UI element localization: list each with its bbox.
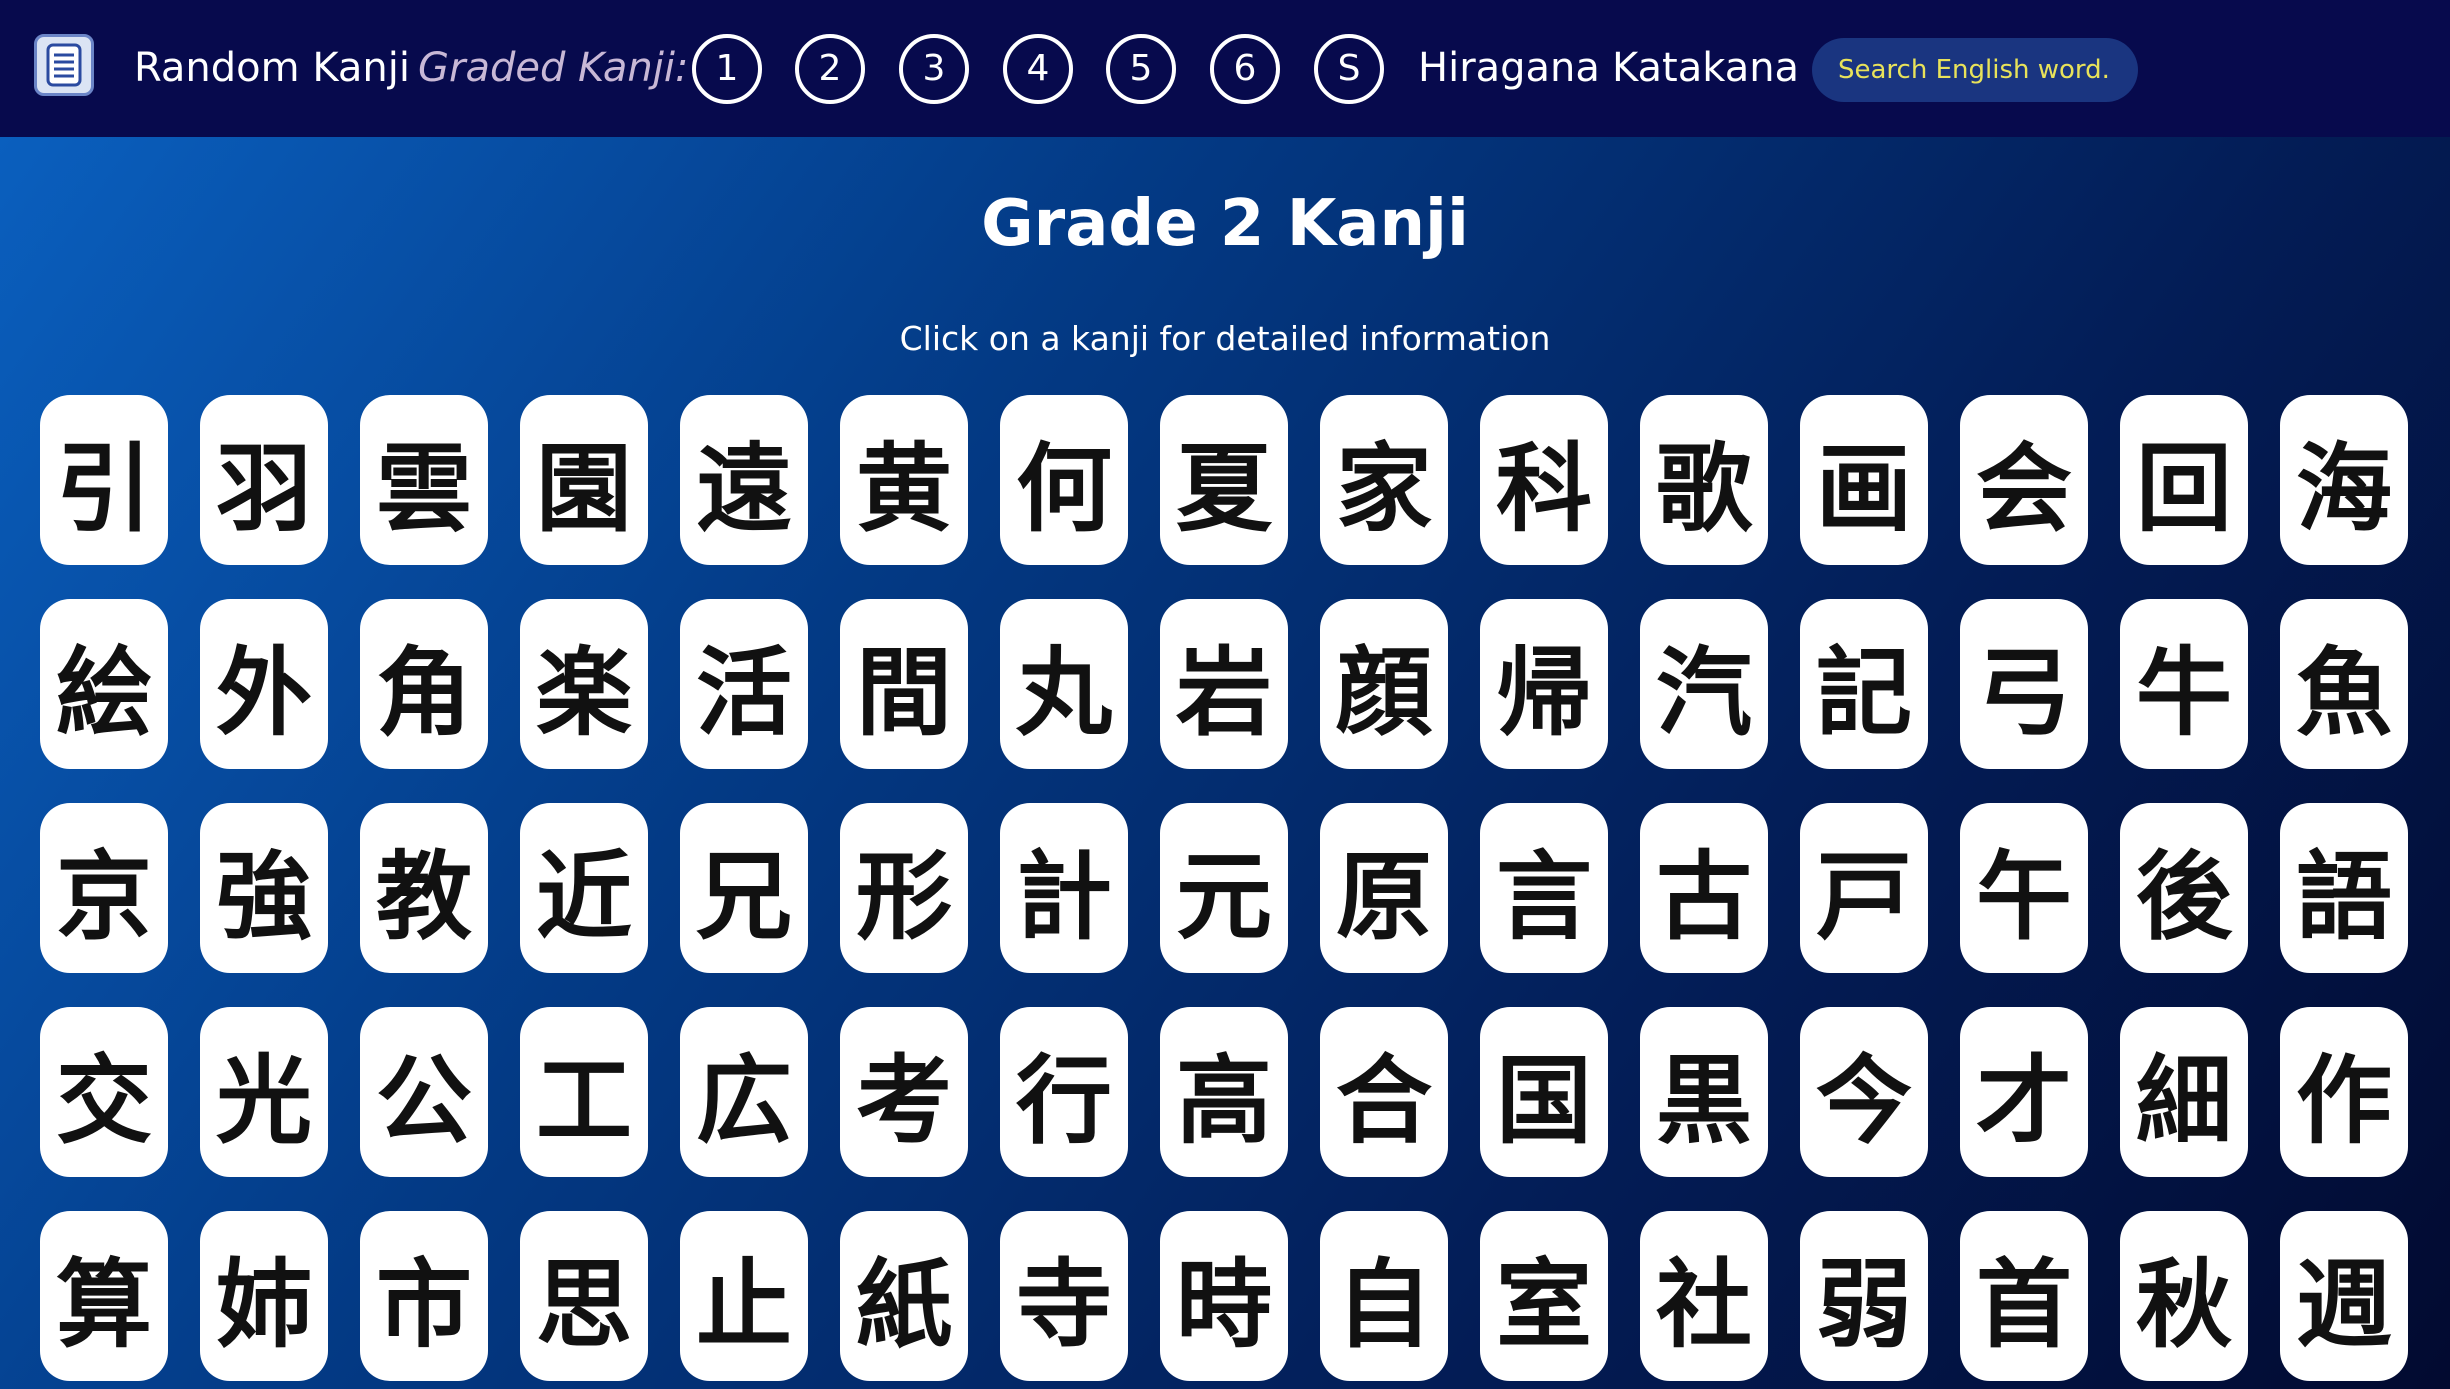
- grade-5-button[interactable]: 5: [1106, 34, 1176, 104]
- kanji-card[interactable]: 帰: [1480, 599, 1608, 769]
- search-input[interactable]: [1812, 38, 2138, 102]
- kanji-card[interactable]: 兄: [680, 803, 808, 973]
- kanji-card[interactable]: 雲: [360, 395, 488, 565]
- kanji-card[interactable]: 角: [360, 599, 488, 769]
- kanji-card[interactable]: 何: [1000, 395, 1128, 565]
- kanji-card[interactable]: 寺: [1000, 1211, 1128, 1381]
- page-subtitle: Click on a kanji for detailed informatio…: [899, 319, 1551, 358]
- kanji-card[interactable]: 楽: [520, 599, 648, 769]
- hiragana-link[interactable]: Hiragana: [1418, 0, 1600, 137]
- kanji-card[interactable]: 弱: [1800, 1211, 1928, 1381]
- kanji-card[interactable]: 公: [360, 1007, 488, 1177]
- kanji-card[interactable]: 回: [2120, 395, 2248, 565]
- kanji-card[interactable]: 画: [1800, 395, 1928, 565]
- kanji-card[interactable]: 間: [840, 599, 968, 769]
- katakana-link[interactable]: Katakana: [1612, 0, 1799, 137]
- grade-1-button[interactable]: 1: [692, 34, 762, 104]
- kanji-card[interactable]: 科: [1480, 395, 1608, 565]
- kanji-card[interactable]: 海: [2280, 395, 2408, 565]
- grade-2-button[interactable]: 2: [795, 34, 865, 104]
- kanji-card[interactable]: 原: [1320, 803, 1448, 973]
- kanji-card[interactable]: 止: [680, 1211, 808, 1381]
- kanji-card[interactable]: 紙: [840, 1211, 968, 1381]
- kanji-card[interactable]: 遠: [680, 395, 808, 565]
- kanji-card[interactable]: 国: [1480, 1007, 1608, 1177]
- kanji-card[interactable]: 今: [1800, 1007, 1928, 1177]
- kanji-card[interactable]: 夏: [1160, 395, 1288, 565]
- kanji-card[interactable]: 園: [520, 395, 648, 565]
- kanji-card[interactable]: 教: [360, 803, 488, 973]
- kanji-card[interactable]: 姉: [200, 1211, 328, 1381]
- random-kanji-link[interactable]: Random Kanji: [134, 0, 410, 137]
- kanji-card[interactable]: 岩: [1160, 599, 1288, 769]
- kanji-card[interactable]: 家: [1320, 395, 1448, 565]
- kanji-card[interactable]: 算: [40, 1211, 168, 1381]
- kanji-card[interactable]: 顔: [1320, 599, 1448, 769]
- kanji-card[interactable]: 思: [520, 1211, 648, 1381]
- kanji-card[interactable]: 引: [40, 395, 168, 565]
- home-logo-button[interactable]: [34, 34, 94, 96]
- kanji-card[interactable]: 汽: [1640, 599, 1768, 769]
- kanji-card[interactable]: 弓: [1960, 599, 2088, 769]
- kanji-card[interactable]: 古: [1640, 803, 1768, 973]
- grade-3-button[interactable]: 3: [899, 34, 969, 104]
- kanji-card[interactable]: 広: [680, 1007, 808, 1177]
- kanji-card[interactable]: 作: [2280, 1007, 2408, 1177]
- kanji-card[interactable]: 時: [1160, 1211, 1288, 1381]
- scroll-document-icon: [46, 43, 82, 87]
- kanji-card[interactable]: 羽: [200, 395, 328, 565]
- grade-4-button[interactable]: 4: [1003, 34, 1073, 104]
- kanji-card[interactable]: 魚: [2280, 599, 2408, 769]
- kanji-card[interactable]: 語: [2280, 803, 2408, 973]
- kanji-card[interactable]: 京: [40, 803, 168, 973]
- kanji-card[interactable]: 歌: [1640, 395, 1768, 565]
- kanji-card[interactable]: 言: [1480, 803, 1608, 973]
- grade-s-button[interactable]: S: [1314, 34, 1384, 104]
- kanji-card[interactable]: 細: [2120, 1007, 2248, 1177]
- kanji-card[interactable]: 首: [1960, 1211, 2088, 1381]
- kanji-card[interactable]: 週: [2280, 1211, 2408, 1381]
- page-title: Grade 2 Kanji: [981, 187, 1469, 261]
- kanji-card[interactable]: 黒: [1640, 1007, 1768, 1177]
- kanji-card[interactable]: 計: [1000, 803, 1128, 973]
- kanji-card[interactable]: 強: [200, 803, 328, 973]
- grade-6-button[interactable]: 6: [1210, 34, 1280, 104]
- kanji-card[interactable]: 室: [1480, 1211, 1608, 1381]
- kanji-card[interactable]: 秋: [2120, 1211, 2248, 1381]
- kanji-card[interactable]: 行: [1000, 1007, 1128, 1177]
- kanji-card[interactable]: 午: [1960, 803, 2088, 973]
- kanji-card[interactable]: 社: [1640, 1211, 1768, 1381]
- kanji-card[interactable]: 形: [840, 803, 968, 973]
- kanji-grid: 引羽雲園遠黄何夏家科歌画会回海絵外角楽活間丸岩顔帰汽記弓牛魚京強教近兄形計元原言…: [40, 395, 2410, 1381]
- kanji-card[interactable]: 市: [360, 1211, 488, 1381]
- kanji-card[interactable]: 外: [200, 599, 328, 769]
- top-navbar: Random Kanji Graded Kanji: 1 2 3 4 5 6 S…: [0, 0, 2450, 137]
- kanji-card[interactable]: 黄: [840, 395, 968, 565]
- kanji-card[interactable]: 才: [1960, 1007, 2088, 1177]
- kanji-card[interactable]: 活: [680, 599, 808, 769]
- kanji-card[interactable]: 戸: [1800, 803, 1928, 973]
- kanji-card[interactable]: 近: [520, 803, 648, 973]
- kanji-card[interactable]: 絵: [40, 599, 168, 769]
- kanji-card[interactable]: 考: [840, 1007, 968, 1177]
- kanji-card[interactable]: 会: [1960, 395, 2088, 565]
- kanji-card[interactable]: 工: [520, 1007, 648, 1177]
- kanji-card[interactable]: 丸: [1000, 599, 1128, 769]
- kanji-card[interactable]: 自: [1320, 1211, 1448, 1381]
- graded-kanji-label: Graded Kanji:: [418, 45, 689, 91]
- kanji-card[interactable]: 元: [1160, 803, 1288, 973]
- kanji-card[interactable]: 光: [200, 1007, 328, 1177]
- kanji-card[interactable]: 合: [1320, 1007, 1448, 1177]
- kanji-card[interactable]: 後: [2120, 803, 2248, 973]
- main-content: Grade 2 Kanji Click on a kanji for detai…: [0, 137, 2450, 1389]
- kanji-card[interactable]: 高: [1160, 1007, 1288, 1177]
- kanji-card[interactable]: 交: [40, 1007, 168, 1177]
- kanji-card[interactable]: 牛: [2120, 599, 2248, 769]
- kanji-card[interactable]: 記: [1800, 599, 1928, 769]
